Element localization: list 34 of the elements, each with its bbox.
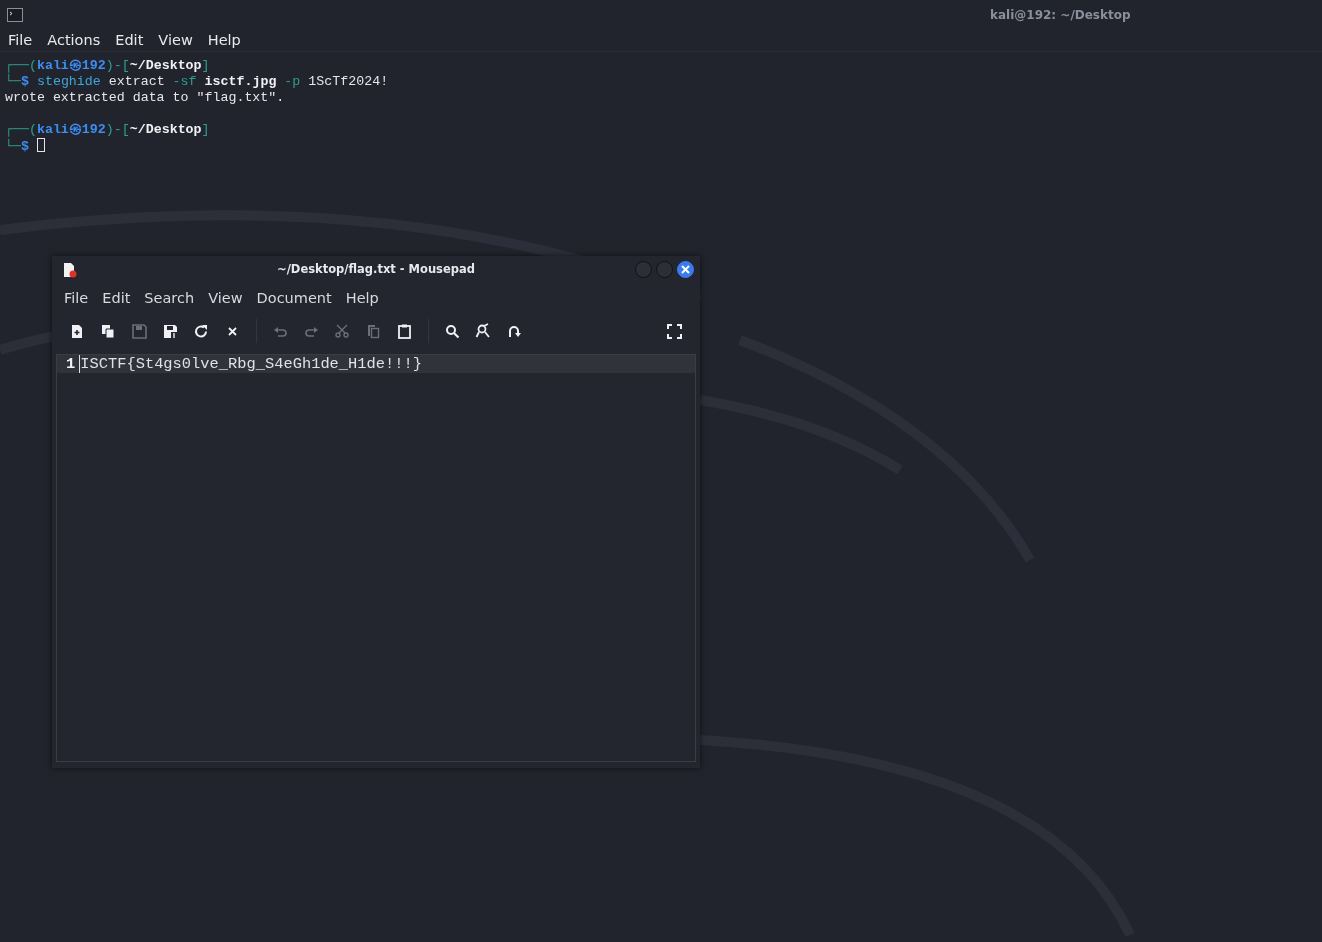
- menu-item[interactable]: Edit: [115, 29, 144, 52]
- terminal-icon: [7, 8, 23, 22]
- command-line: └─$ steghide extract -sf isctf.jpg -p 1ScTf2024!: [5, 74, 390, 90]
- menu-item[interactable]: View: [208, 288, 243, 310]
- new-window-icon: [100, 322, 117, 340]
- close-button[interactable]: [677, 261, 694, 278]
- search-replace-icon: [475, 322, 492, 340]
- search-icon: [444, 322, 461, 340]
- menu-item[interactable]: View: [158, 29, 193, 52]
- clipboard-icon: [396, 322, 413, 340]
- menu-item[interactable]: Document: [256, 288, 332, 310]
- menu-item[interactable]: Help: [207, 29, 241, 52]
- scissors-icon: [334, 322, 351, 340]
- command-line: └─$: [5, 138, 1322, 155]
- prompt-line: ┌──(kali㉿192)-[~/Desktop]: [5, 122, 211, 138]
- menu-item[interactable]: Search: [144, 288, 195, 310]
- reload-icon: [193, 322, 210, 340]
- line-number: 1: [65, 355, 77, 373]
- menu-item[interactable]: Actions: [47, 29, 101, 52]
- menu-item[interactable]: File: [64, 288, 89, 310]
- copy-icon: [365, 322, 382, 340]
- window-title: ~/Desktop/flag.txt - Mousepad: [277, 261, 475, 279]
- text-cursor: [36, 138, 45, 152]
- menu-item[interactable]: Help: [345, 288, 379, 310]
- editor-area[interactable]: 1 ISCTF{St4gs0lve_Rbg_S4eGh1de_H1de!!!}: [56, 354, 696, 762]
- menu-item[interactable]: Edit: [102, 288, 131, 310]
- close-icon: [681, 265, 690, 274]
- prompt-line: ┌──(kali㉿192)-[~/Desktop]: [5, 58, 211, 74]
- text-line: ISCTF{St4gs0lve_Rbg_S4eGh1de_H1de!!!}: [79, 355, 422, 373]
- file-icon: [63, 263, 77, 278]
- output-line: wrote extracted data to "flag.txt".: [5, 90, 286, 106]
- menu-item[interactable]: File: [8, 29, 33, 52]
- window-title: kali@192: ~/Desktop: [990, 7, 1131, 24]
- fullscreen-icon: [666, 322, 683, 340]
